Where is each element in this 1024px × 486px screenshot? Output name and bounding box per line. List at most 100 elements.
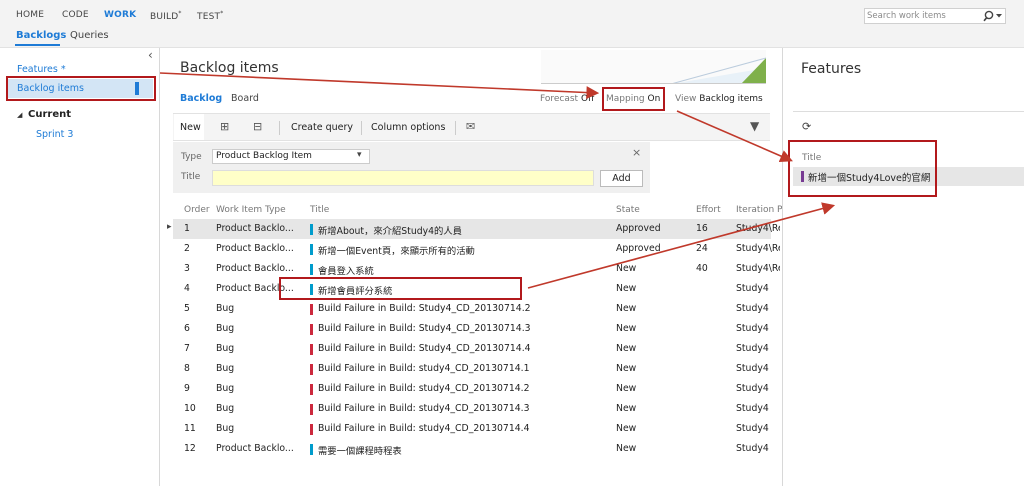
close-icon[interactable]: × — [632, 146, 641, 159]
nav-tab-test[interactable]: TEST* — [197, 10, 223, 22]
column-header-iteration[interactable]: Iteration P — [736, 205, 782, 215]
subtab-queries[interactable]: Queries — [70, 30, 109, 41]
table-row[interactable]: 10 Bug Build Failure in Build: study4_CD_2… — [173, 399, 771, 419]
row-type: Product Backlo... — [216, 443, 294, 454]
row-type: Product Backlo... — [216, 243, 294, 254]
subtab-backlogs[interactable]: Backlogs — [16, 30, 66, 41]
row-state: Approved — [616, 223, 661, 234]
column-header-order[interactable]: Order — [184, 205, 210, 215]
new-button[interactable]: New — [180, 122, 201, 133]
nav-tab-home[interactable]: HOME — [16, 10, 44, 20]
nav-tab-build[interactable]: BUILD* — [150, 10, 182, 22]
row-order: 7 — [184, 343, 190, 354]
expand-all-icon[interactable]: ⊞ — [220, 120, 229, 133]
row-title: 新增About，來介紹Study4的人員 — [318, 226, 462, 237]
row-order: 10 — [184, 403, 196, 414]
table-row[interactable]: 3 Product Backlo... 會員登入系統 New 40 Study4\Re — [173, 259, 780, 279]
row-order: 3 — [184, 263, 190, 274]
row-state: New — [616, 283, 637, 294]
type-select[interactable]: Product Backlog Item ▾ — [212, 149, 370, 164]
nav-tab-work[interactable]: WORK — [104, 10, 136, 20]
work-item-color-bar — [310, 224, 313, 235]
row-order: 4 — [184, 283, 190, 294]
row-title: 新增一個Event頁，來顯示所有的活動 — [318, 246, 475, 257]
row-state: New — [616, 383, 637, 394]
row-effort: 16 — [696, 223, 708, 234]
search-icon[interactable] — [983, 9, 1005, 23]
row-type: Product Backlo... — [216, 263, 294, 274]
toolbar-divider — [361, 121, 362, 135]
table-row[interactable]: 1 Product Backlo... 新增About，來介紹Study4的人員 Ap… — [167, 219, 780, 239]
row-state: New — [616, 263, 637, 274]
row-iteration: Study4 — [736, 403, 769, 414]
collapse-panel-icon[interactable]: ‹ — [148, 48, 153, 62]
refresh-icon[interactable]: ⟳ — [802, 120, 811, 133]
work-item-color-bar — [310, 344, 313, 355]
row-title: Build Failure in Build: Study4_CD_201307… — [318, 303, 531, 314]
expand-triangle-icon[interactable]: ◢ — [17, 111, 22, 119]
search-input[interactable] — [867, 9, 979, 23]
row-caret-icon[interactable]: ▸ — [167, 222, 172, 232]
row-order: 12 — [184, 443, 196, 454]
search-box[interactable] — [864, 8, 1006, 24]
divider — [793, 111, 1024, 112]
table-row[interactable]: 5 Bug Build Failure in Build: Study4_CD_20… — [173, 299, 771, 319]
collapse-all-icon[interactable]: ⊟ — [253, 120, 262, 133]
row-title: 會員登入系統 — [318, 266, 374, 277]
arrow-backlog-to-mapping — [159, 72, 600, 99]
row-state: New — [616, 403, 637, 414]
table-row[interactable]: 7 Bug Build Failure in Build: Study4_CD_20… — [173, 339, 771, 359]
table-row[interactable]: 12 Product Backlo... 需要一個課程時程表 New Study4 — [173, 439, 771, 459]
column-options-button[interactable]: Column options — [371, 122, 445, 133]
row-iteration: Study4 — [736, 283, 769, 294]
annotation-box-mapping — [602, 87, 665, 111]
forecast-toggle[interactable]: Forecast Off — [540, 94, 594, 104]
table-row[interactable]: 9 Bug Build Failure in Build: study4_CD_20… — [173, 379, 771, 399]
table-row[interactable]: 2 Product Backlo... 新增一個Event頁，來顯示所有的活動 App… — [173, 239, 780, 259]
row-title: Build Failure in Build: Study4_CD_201307… — [318, 343, 531, 354]
annotation-box-backlog — [6, 76, 156, 101]
column-header-type[interactable]: Work Item Type — [216, 205, 286, 215]
row-type: Bug — [216, 383, 235, 394]
create-query-button[interactable]: Create query — [291, 122, 353, 133]
row-effort: 40 — [696, 263, 708, 274]
tab-board[interactable]: Board — [231, 93, 259, 104]
work-item-color-bar — [310, 304, 313, 315]
work-item-color-bar — [310, 364, 313, 375]
table-row[interactable]: 6 Bug Build Failure in Build: Study4_CD_20… — [173, 319, 771, 339]
view-selector[interactable]: View Backlog items — [675, 94, 763, 104]
top-navigation: HOME CODE WORK BUILD* TEST* Backlogs Que… — [0, 0, 1024, 48]
work-item-color-bar — [310, 404, 313, 415]
row-order: 2 — [184, 243, 190, 254]
forecast-value: Off — [580, 94, 595, 104]
sprint-3-link[interactable]: Sprint 3 — [36, 129, 73, 140]
row-iteration: Study4\Re — [736, 263, 780, 274]
mini-chart-icon — [541, 50, 766, 84]
tab-backlog[interactable]: Backlog — [180, 93, 222, 104]
active-subtab-indicator — [15, 44, 60, 46]
title-label: Title — [181, 172, 201, 182]
column-header-title[interactable]: Title — [310, 205, 329, 215]
features-title: Features — [801, 61, 862, 77]
row-type: Bug — [216, 323, 235, 334]
row-iteration: Study4 — [736, 303, 769, 314]
row-state: New — [616, 443, 637, 454]
add-button[interactable]: Add — [600, 170, 643, 187]
column-header-effort[interactable]: Effort — [696, 205, 721, 215]
title-input[interactable] — [212, 170, 594, 186]
table-row[interactable]: 8 Bug Build Failure in Build: study4_CD_20… — [173, 359, 771, 379]
work-item-color-bar — [310, 384, 313, 395]
nav-tab-code[interactable]: CODE — [62, 10, 89, 20]
filter-icon[interactable]: ▼ — [750, 119, 759, 133]
table-row[interactable]: 11 Bug Build Failure in Build: study4_CD_2… — [173, 419, 771, 439]
features-link[interactable]: Features * — [17, 64, 66, 75]
row-state: New — [616, 343, 637, 354]
email-icon[interactable]: ✉ — [466, 120, 475, 133]
work-item-color-bar — [310, 444, 313, 455]
row-title: Build Failure in Build: study4_CD_201307… — [318, 423, 530, 434]
row-order: 9 — [184, 383, 190, 394]
view-label: View — [675, 94, 697, 104]
work-item-color-bar — [310, 244, 313, 255]
column-header-state[interactable]: State — [616, 205, 640, 215]
row-iteration: Study4 — [736, 443, 769, 454]
